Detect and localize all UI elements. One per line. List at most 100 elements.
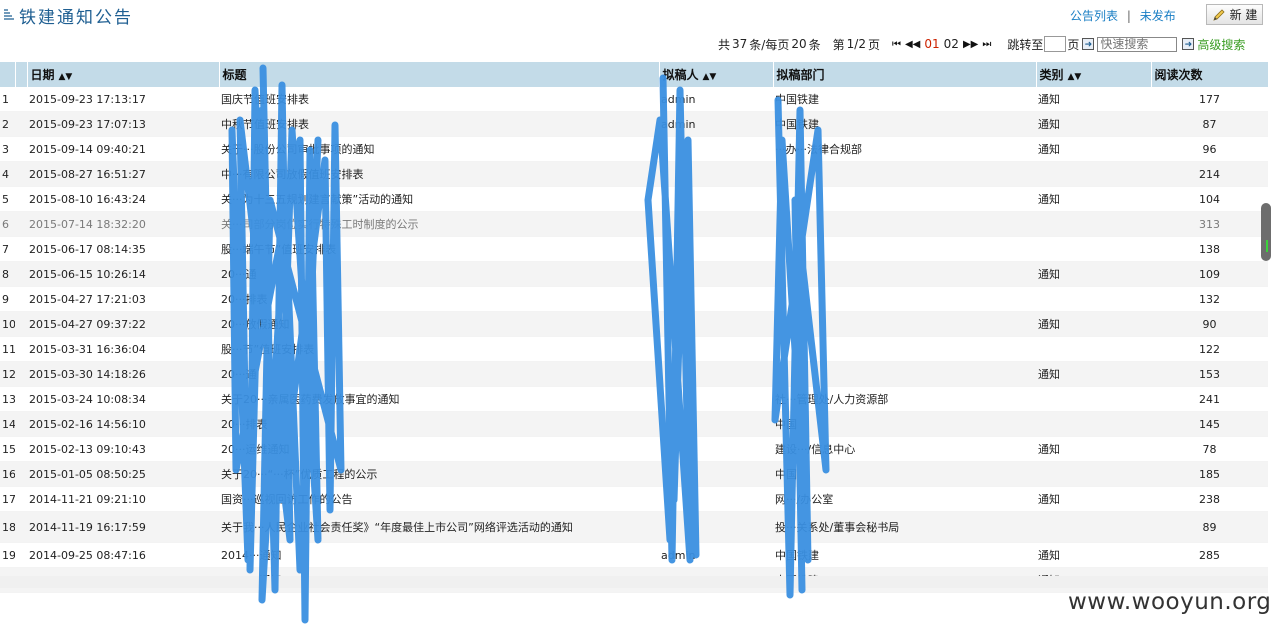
table-row[interactable]: 10 2015-04-27 09:37:22 20···放假通知 通知 90 [0, 311, 1268, 337]
row-spacer [15, 436, 27, 462]
table-row[interactable]: 19 2014-09-25 08:47:16 2014···通知 admin 中国铁建通… [0, 542, 1268, 568]
next-page-icon[interactable]: ▶▶ [963, 39, 978, 50]
row-title-link[interactable]: 20···通 [219, 261, 659, 287]
table-row[interactable]: 13 2015-03-24 10:08:34 关于20···亲属医药费发放事宜的通知… [0, 386, 1268, 412]
table-row[interactable]: 1 2015-09-23 17:13:17 国庆节值班安排表 admin 中国铁建 通知 1… [0, 87, 1268, 112]
table-row[interactable]: 2 2015-09-23 17:07:13 中秋节值班安排表 admin 中国铁建 通知 8… [0, 111, 1268, 137]
row-title-link[interactable]: 国资···巡视回访工作的公告 [219, 486, 659, 512]
row-reads: 153 [1151, 361, 1268, 387]
row-title-link[interactable]: 国庆节值班安排表 [219, 87, 659, 112]
header-category[interactable]: 类别 ▲▼ [1036, 62, 1152, 87]
table-footer [0, 576, 1268, 588]
row-title-link[interactable]: 20···运维通知 [219, 436, 659, 462]
row-reads: 87 [1151, 111, 1268, 137]
search-go-icon[interactable]: ➜ [1182, 38, 1195, 50]
table-row[interactable]: 8 2015-06-15 10:26:14 20···通 通知 109 [0, 261, 1268, 287]
header-reads[interactable]: 阅读次数 [1151, 62, 1269, 87]
table-row[interactable]: 7 2015-06-17 08:14:35 股···端午节”值班安排表 138 [0, 236, 1268, 262]
announcement-table: 日期 ▲▼ 标题 拟稿人 ▲▼ 拟稿部门 类别 ▲▼ 阅读次数 1 2015-09-23… [0, 62, 1269, 593]
row-title-link[interactable]: 股···节”值班安排表 [219, 336, 659, 362]
table-row[interactable]: 15 2015-02-13 09:10:43 20···运维通知 建设···/信息中心… [0, 436, 1268, 462]
row-title-link[interactable]: 关于···股份公司审批事项的通知 [219, 136, 659, 162]
prev-page-icon[interactable]: ◀◀ [905, 39, 920, 50]
row-index: 5 [0, 186, 15, 212]
row-category: 通知 [1036, 486, 1151, 512]
row-dept [773, 211, 1036, 237]
scrollbar-thumb[interactable] [1261, 203, 1271, 261]
row-category [1036, 461, 1151, 487]
page-info: 1/2 [846, 37, 866, 51]
row-spacer [15, 136, 27, 162]
table-row[interactable]: 17 2014-11-21 09:21:10 国资···巡视回访工作的公告 网···/… [0, 486, 1268, 512]
row-title-link[interactable]: 关于20···亲属医药费发放事宜的通知 [219, 386, 659, 412]
row-date: 2015-08-27 16:51:27 [27, 161, 219, 187]
table-row[interactable]: 12 2015-03-30 14:18:26 20···通 通知 153 [0, 361, 1268, 387]
table-row[interactable]: 14 2015-02-16 14:56:10 20···排表 中国 145 [0, 411, 1268, 437]
table-row[interactable]: 4 2015-08-27 16:51:27 中···有限公司放假值班安排表 214 [0, 161, 1268, 187]
table-row[interactable]: 18 2014-11-19 16:17:59 关于我···人民企业社会责任奖》“年度… [0, 511, 1268, 543]
announcement-list-link[interactable]: 公告列表 [1070, 9, 1118, 23]
row-date: 2015-09-23 17:13:17 [27, 87, 219, 112]
row-category: 通知 [1036, 311, 1151, 337]
row-title-link[interactable]: 20···放假通知 [219, 311, 659, 337]
row-author: admin [659, 111, 773, 137]
row-title-link[interactable]: 关···为十三五规划建言献策”活动的通知 [219, 186, 659, 212]
jump-page-input[interactable] [1044, 36, 1067, 52]
header-author[interactable]: 拟稿人 ▲▼ [659, 62, 774, 87]
row-date: 2015-06-17 08:14:35 [27, 236, 219, 262]
table-row[interactable]: 3 2015-09-14 09:40:21 关于···股份公司审批事项的通知 ···办… [0, 136, 1268, 162]
row-date: 2015-08-10 16:43:24 [27, 186, 219, 212]
row-index: 19 [0, 542, 15, 568]
row-category [1036, 286, 1151, 312]
total-prefix: 共 [718, 37, 731, 52]
page-link-current[interactable]: 01 [924, 37, 939, 51]
row-title-link[interactable]: 20···通 [219, 361, 659, 387]
page-link-2[interactable]: 02 [944, 37, 959, 51]
top-links: 公告列表 | 未发布 [1070, 7, 1176, 24]
row-author [659, 311, 773, 337]
row-author [659, 286, 773, 312]
last-page-icon[interactable]: ⏭ [982, 39, 991, 50]
row-index: 3 [0, 136, 15, 162]
row-title-link[interactable]: 20···排表 [219, 286, 659, 312]
header-spacer [15, 62, 28, 87]
row-reads: 138 [1151, 236, 1268, 262]
new-button[interactable]: 新 建 [1206, 4, 1263, 25]
table-row[interactable]: 6 2015-07-14 18:32:20 关···司部分岗位实行特殊工时制度的公示… [0, 211, 1268, 237]
table-row[interactable]: 11 2015-03-31 16:36:04 股···节”值班安排表 122 [0, 336, 1268, 362]
quick-search-input[interactable] [1097, 36, 1178, 52]
new-button-label: 新 建 [1229, 8, 1258, 22]
table-row[interactable]: 5 2015-08-10 16:43:24 关···为十三五规划建言献策”活动的通知… [0, 186, 1268, 212]
advanced-search-link[interactable]: 高级搜索 [1197, 36, 1245, 53]
row-author [659, 386, 773, 412]
header-date[interactable]: 日期 ▲▼ [27, 62, 220, 87]
row-category: 通知 [1036, 111, 1151, 137]
row-date: 2015-06-15 10:26:14 [27, 261, 219, 287]
row-title-link[interactable]: 关···司部分岗位实行特殊工时制度的公示 [219, 211, 659, 237]
row-title-link[interactable]: 关于我···人民企业社会责任奖》“年度最佳上市公司”网络评选活动的通知 [219, 511, 659, 543]
row-title-link[interactable]: 2014···通知 [219, 542, 659, 568]
row-author [659, 511, 773, 543]
row-category: 通知 [1036, 136, 1151, 162]
row-title-link[interactable]: 股···端午节”值班安排表 [219, 236, 659, 262]
table-row[interactable]: 16 2015-01-05 08:50:25 关于20···“···杯”优质工程的公… [0, 461, 1268, 487]
row-title-link[interactable]: 20···排表 [219, 411, 659, 437]
header-dept[interactable]: 拟稿部门 [773, 62, 1037, 87]
per-page-suffix: 条 [808, 37, 821, 52]
table-header-row: 日期 ▲▼ 标题 拟稿人 ▲▼ 拟稿部门 类别 ▲▼ 阅读次数 [0, 62, 1269, 87]
row-category: 通知 [1036, 361, 1151, 387]
row-reads: 145 [1151, 411, 1268, 437]
row-title-link[interactable]: 中秋节值班安排表 [219, 111, 659, 137]
row-index: 15 [0, 436, 15, 462]
header-title[interactable]: 标题 [219, 62, 660, 87]
unpublished-link[interactable]: 未发布 [1140, 9, 1176, 23]
row-spacer [15, 486, 27, 512]
first-page-icon[interactable]: ⏮ [892, 39, 901, 50]
row-title-link[interactable]: 中···有限公司放假值班安排表 [219, 161, 659, 187]
row-reads: 238 [1151, 486, 1268, 512]
row-title-link[interactable]: 关于20···“···杯”优质工程的公示 [219, 461, 659, 487]
row-index: 11 [0, 336, 15, 362]
table-row[interactable]: 9 2015-04-27 17:21:03 20···排表 132 [0, 286, 1268, 312]
row-category [1036, 511, 1151, 543]
jump-go-icon[interactable]: ➜ [1082, 38, 1095, 50]
